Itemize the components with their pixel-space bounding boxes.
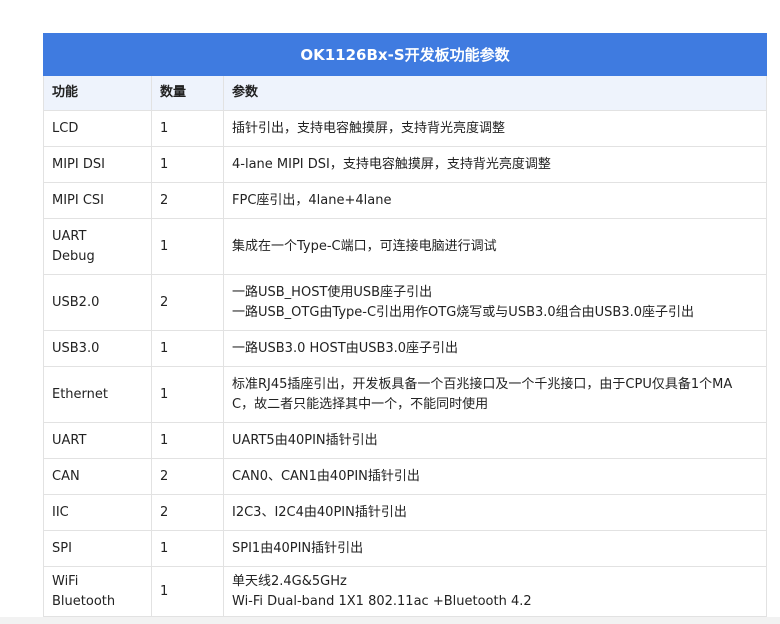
params-text: C，故二者只能选择其中一个，不能同时使用 [232, 396, 489, 412]
table-title: OK1126Bx-S开发板功能参数 [43, 33, 767, 76]
function-cell: LCD [43, 110, 152, 147]
function-cell: USB2.0 [43, 274, 152, 331]
table-row: CAN 2 CAN0、CAN1由40PIN插针引出 [43, 458, 767, 495]
function-text: CAN [52, 468, 80, 484]
table-row: SPI 1 SPI1由40PIN插针引出 [43, 530, 767, 567]
table-row: MIPI DSI 1 4-lane MIPI DSI，支持电容触摸屏，支持背光亮… [43, 146, 767, 183]
quantity-cell: 1 [151, 146, 224, 183]
quantity-cell: 1 [151, 422, 224, 459]
function-cell: SPI [43, 530, 152, 567]
table-row: IIC 2 I2C3、I2C4由40PIN插针引出 [43, 494, 767, 531]
quantity-cell: 1 [151, 110, 224, 147]
function-cell: WiFi Bluetooth [43, 566, 152, 617]
table-row: UART Debug 1 集成在一个Type-C端口，可连接电脑进行调试 [43, 218, 767, 275]
function-cell: MIPI DSI [43, 146, 152, 183]
function-text: LCD [52, 120, 79, 136]
function-text: WiFi [52, 573, 79, 589]
function-text: SPI [52, 540, 72, 556]
function-text: IIC [52, 504, 69, 520]
quantity-cell: 2 [151, 274, 224, 331]
table-row: LCD 1 插针引出，支持电容触摸屏，支持背光亮度调整 [43, 110, 767, 147]
params-cell: 单天线2.4G&5GHz Wi-Fi Dual-band 1X1 802.11a… [223, 566, 767, 617]
page-bottom-edge [0, 617, 780, 624]
table-row: Ethernet 1 标准RJ45插座引出，开发板具备一个百兆接口及一个千兆接口… [43, 366, 767, 423]
params-cell: 插针引出，支持电容触摸屏，支持背光亮度调整 [223, 110, 767, 147]
function-text: Debug [52, 248, 95, 264]
table-title-row: OK1126Bx-S开发板功能参数 [43, 33, 767, 76]
table-row: MIPI CSI 2 FPC座引出，4lane+4lane [43, 182, 767, 219]
params-text: 一路USB3.0 HOST由USB3.0座子引出 [232, 340, 459, 356]
params-text: 插针引出，支持电容触摸屏，支持背光亮度调整 [232, 120, 506, 136]
header-quantity: 数量 [151, 75, 224, 111]
params-cell: 4-lane MIPI DSI，支持电容触摸屏，支持背光亮度调整 [223, 146, 767, 183]
params-text: 标准RJ45插座引出，开发板具备一个百兆接口及一个千兆接口，由于CPU仅具备1个… [232, 376, 733, 392]
function-cell: MIPI CSI [43, 182, 152, 219]
quantity-cell: 1 [151, 366, 224, 423]
quantity-cell: 1 [151, 218, 224, 275]
params-text: 4-lane MIPI DSI，支持电容触摸屏，支持背光亮度调整 [232, 156, 551, 172]
spec-table: OK1126Bx-S开发板功能参数 功能 数量 参数 LCD 1 插针引出，支持… [43, 33, 767, 617]
params-text: 单天线2.4G&5GHz [232, 573, 347, 589]
function-cell: UART [43, 422, 152, 459]
params-text: Wi-Fi Dual-band 1X1 802.11ac +Bluetooth … [232, 593, 532, 609]
params-cell: 标准RJ45插座引出，开发板具备一个百兆接口及一个千兆接口，由于CPU仅具备1个… [223, 366, 767, 423]
quantity-cell: 2 [151, 458, 224, 495]
quantity-cell: 2 [151, 182, 224, 219]
quantity-cell: 2 [151, 494, 224, 531]
params-text: FPC座引出，4lane+4lane [232, 192, 392, 208]
params-cell: 一路USB_HOST使用USB座子引出 一路USB_OTG由Type-C引出用作… [223, 274, 767, 331]
params-cell: I2C3、I2C4由40PIN插针引出 [223, 494, 767, 531]
params-text: SPI1由40PIN插针引出 [232, 540, 364, 556]
table-row: UART 1 UART5由40PIN插针引出 [43, 422, 767, 459]
header-function: 功能 [43, 75, 152, 111]
function-cell: IIC [43, 494, 152, 531]
quantity-cell: 1 [151, 566, 224, 617]
params-text: CAN0、CAN1由40PIN插针引出 [232, 468, 420, 484]
header-params: 参数 [223, 75, 767, 111]
function-text: MIPI CSI [52, 192, 105, 208]
params-cell: UART5由40PIN插针引出 [223, 422, 767, 459]
table-row: USB2.0 2 一路USB_HOST使用USB座子引出 一路USB_OTG由T… [43, 274, 767, 331]
function-text: UART [52, 228, 87, 244]
table-row: WiFi Bluetooth 1 单天线2.4G&5GHz Wi-Fi Dual… [43, 566, 767, 617]
table-header-row: 功能 数量 参数 [43, 75, 767, 111]
params-text: UART5由40PIN插针引出 [232, 432, 378, 448]
quantity-cell: 1 [151, 330, 224, 367]
function-text: Ethernet [52, 386, 108, 402]
function-cell: Ethernet [43, 366, 152, 423]
function-text: USB2.0 [52, 294, 100, 310]
function-cell: CAN [43, 458, 152, 495]
params-text: 一路USB_HOST使用USB座子引出 [232, 284, 433, 300]
function-text: USB3.0 [52, 340, 100, 356]
params-cell: 集成在一个Type-C端口，可连接电脑进行调试 [223, 218, 767, 275]
params-text: 集成在一个Type-C端口，可连接电脑进行调试 [232, 238, 497, 254]
function-text: MIPI DSI [52, 156, 105, 172]
function-text: UART [52, 432, 87, 448]
params-cell: FPC座引出，4lane+4lane [223, 182, 767, 219]
quantity-cell: 1 [151, 530, 224, 567]
params-cell: 一路USB3.0 HOST由USB3.0座子引出 [223, 330, 767, 367]
function-cell: UART Debug [43, 218, 152, 275]
params-cell: CAN0、CAN1由40PIN插针引出 [223, 458, 767, 495]
table-row: USB3.0 1 一路USB3.0 HOST由USB3.0座子引出 [43, 330, 767, 367]
function-cell: USB3.0 [43, 330, 152, 367]
params-text: 一路USB_OTG由Type-C引出用作OTG烧写或与USB3.0组合由USB3… [232, 304, 695, 320]
params-cell: SPI1由40PIN插针引出 [223, 530, 767, 567]
params-text: I2C3、I2C4由40PIN插针引出 [232, 504, 407, 520]
function-text: Bluetooth [52, 593, 116, 609]
